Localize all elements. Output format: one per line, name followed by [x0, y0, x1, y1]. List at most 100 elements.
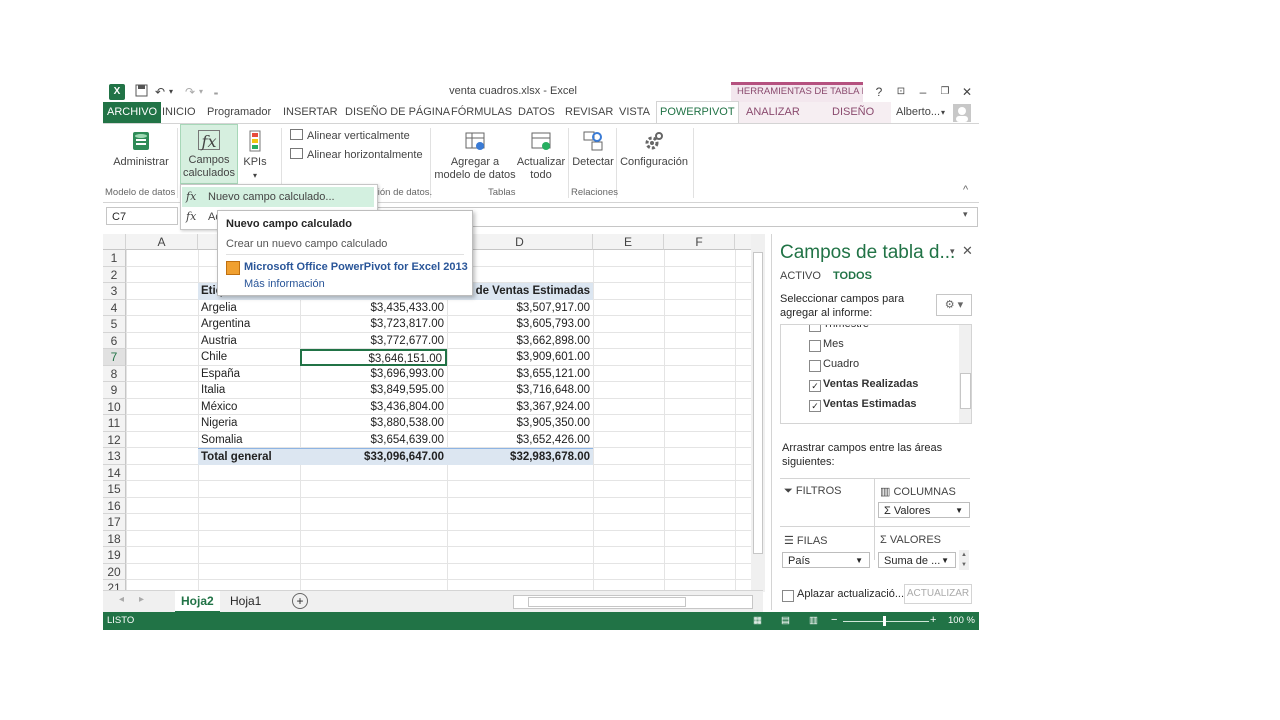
- sheet-next-icon[interactable]: ▸: [139, 594, 144, 605]
- collapse-ribbon-icon[interactable]: ^: [963, 184, 968, 196]
- pivot-row-label[interactable]: España: [198, 366, 300, 383]
- row-header[interactable]: 3: [103, 283, 126, 300]
- page-layout-icon[interactable]: ▤: [781, 615, 790, 626]
- row-header[interactable]: 19: [103, 547, 126, 564]
- row-header[interactable]: 14: [103, 464, 126, 481]
- row-header[interactable]: 12: [103, 431, 126, 448]
- tooltip-more-info-link[interactable]: Más información: [244, 278, 325, 290]
- row-header[interactable]: 16: [103, 497, 126, 514]
- row-header[interactable]: 8: [103, 365, 126, 382]
- vertical-scrollbar[interactable]: [751, 234, 765, 592]
- ventas-realizadas-cell[interactable]: $3,723,817.00: [300, 316, 447, 333]
- pane-close-icon[interactable]: ✕: [962, 243, 973, 259]
- columns-valores-dropdown[interactable]: Σ Valores ▼: [878, 502, 970, 518]
- field-checkbox[interactable]: ✓: [809, 400, 821, 412]
- save-icon[interactable]: [133, 84, 149, 100]
- values-scroll-icon[interactable]: ▲ ▼: [959, 550, 969, 570]
- ribbon-display-icon[interactable]: ⊡: [893, 84, 909, 100]
- tab-powerpivot[interactable]: POWERPIVOT: [656, 101, 739, 124]
- normal-view-icon[interactable]: ▦: [753, 615, 762, 626]
- administrar-button[interactable]: Administrar: [111, 130, 171, 169]
- page-break-icon[interactable]: ▥: [809, 615, 818, 626]
- row-header[interactable]: 5: [103, 316, 126, 333]
- column-header-e[interactable]: E: [593, 234, 664, 250]
- row-header[interactable]: 2: [103, 266, 126, 283]
- tab-analizar[interactable]: ANALIZAR: [746, 102, 800, 123]
- horizontal-scroll-thumb[interactable]: [528, 597, 686, 607]
- row-header[interactable]: 21: [103, 580, 126, 590]
- pane-options-icon[interactable]: ▾: [950, 246, 955, 257]
- ventas-realizadas-cell[interactable]: $3,880,538.00: [300, 415, 447, 432]
- field-list-scrollbar[interactable]: [959, 325, 971, 423]
- field-list-scroll-thumb[interactable]: [960, 373, 971, 409]
- column-header-a[interactable]: A: [126, 234, 198, 250]
- name-box[interactable]: C7: [106, 207, 178, 225]
- tab-vista[interactable]: VISTA: [619, 102, 650, 123]
- tab-datos[interactable]: DATOS: [518, 102, 555, 123]
- update-button[interactable]: ACTUALIZAR: [904, 584, 972, 604]
- row-header[interactable]: 1: [103, 250, 126, 267]
- ventas-realizadas-cell[interactable]: $3,654,639.00: [300, 432, 447, 449]
- zoom-in-icon[interactable]: +: [930, 614, 936, 626]
- total-label[interactable]: Total general: [198, 448, 300, 465]
- pivot-row-label[interactable]: Nigeria: [198, 415, 300, 432]
- ventas-estimadas-cell[interactable]: $3,655,121.00: [447, 366, 593, 383]
- ventas-estimadas-cell[interactable]: $3,716,648.00: [447, 382, 593, 399]
- ventas-realizadas-cell[interactable]: $3,646,151.00: [300, 349, 447, 366]
- field-item-label[interactable]: Ventas Realizadas: [823, 378, 918, 390]
- actualizar-todo-button[interactable]: Actualizar todo: [515, 130, 567, 182]
- zoom-level[interactable]: 100 %: [948, 615, 975, 626]
- pivot-row-label[interactable]: Somalia: [198, 432, 300, 449]
- pane-tab-todos[interactable]: TODOS: [833, 270, 872, 282]
- zoom-slider-thumb[interactable]: [883, 616, 886, 626]
- row-header[interactable]: 9: [103, 382, 126, 399]
- ventas-estimadas-cell[interactable]: $3,909,601.00: [447, 349, 593, 366]
- ventas-realizadas-cell[interactable]: $3,772,677.00: [300, 333, 447, 350]
- rows-pais-dropdown[interactable]: País ▼: [782, 552, 870, 568]
- pivot-row-label[interactable]: Austria: [198, 333, 300, 350]
- pivot-row-label[interactable]: Italia: [198, 382, 300, 399]
- alinear-horizontal-button[interactable]: Alinear horizontalmente: [290, 148, 423, 161]
- tab-insertar[interactable]: INSERTAR: [283, 102, 338, 123]
- field-checkbox[interactable]: [809, 340, 821, 352]
- row-header[interactable]: 17: [103, 514, 126, 531]
- row-header[interactable]: 18: [103, 530, 126, 547]
- sheet-tab-hoja2[interactable]: Hoja2: [175, 591, 220, 613]
- agregar-modelo-button[interactable]: Agregar a modelo de datos: [434, 130, 516, 182]
- total-estimadas[interactable]: $32,983,678.00: [447, 448, 593, 465]
- pivot-row-label[interactable]: Chile: [198, 349, 300, 366]
- tab-formulas[interactable]: FÓRMULAS: [451, 102, 512, 123]
- customize-toolbar-icon[interactable]: ₌: [211, 84, 221, 100]
- tooltip-link-title[interactable]: Microsoft Office PowerPivot for Excel 20…: [244, 261, 468, 273]
- sheet-tab-hoja1[interactable]: Hoja1: [224, 591, 267, 611]
- row-header[interactable]: 11: [103, 415, 126, 432]
- user-name[interactable]: Alberto...: [896, 102, 940, 123]
- add-sheet-icon[interactable]: +: [292, 593, 308, 609]
- pivot-row-label[interactable]: México: [198, 399, 300, 416]
- user-dropdown-icon[interactable]: ▾: [941, 102, 945, 123]
- minimize-icon[interactable]: –: [915, 84, 931, 100]
- menu-nuevo-campo[interactable]: fx Nuevo campo calculado...: [182, 187, 374, 207]
- ventas-realizadas-cell[interactable]: $3,435,433.00: [300, 300, 447, 317]
- pivot-row-label[interactable]: Argelia: [198, 300, 300, 317]
- help-icon[interactable]: ?: [871, 84, 887, 100]
- field-item-label[interactable]: Ventas Estimadas: [823, 398, 917, 410]
- field-checkbox[interactable]: [809, 360, 821, 372]
- expand-formula-icon[interactable]: ▾: [963, 209, 968, 220]
- undo-dropdown-icon[interactable]: ▾: [167, 84, 175, 100]
- field-layout-gear-icon[interactable]: ⚙ ▾: [936, 294, 972, 316]
- tab-inicio[interactable]: INICIO: [162, 102, 196, 123]
- pivot-row-label[interactable]: Argentina: [198, 316, 300, 333]
- zoom-slider[interactable]: [843, 621, 929, 622]
- ventas-realizadas-cell[interactable]: $3,696,993.00: [300, 366, 447, 383]
- tab-programador[interactable]: Programador: [207, 102, 271, 123]
- values-suma-dropdown[interactable]: Suma de ... ▼: [878, 552, 956, 568]
- ventas-realizadas-cell[interactable]: $3,849,595.00: [300, 382, 447, 399]
- ventas-estimadas-cell[interactable]: $3,652,426.00: [447, 432, 593, 449]
- horizontal-scrollbar[interactable]: [513, 595, 753, 609]
- row-header[interactable]: 15: [103, 481, 126, 498]
- row-header[interactable]: 7: [103, 349, 126, 366]
- column-header-f[interactable]: F: [664, 234, 735, 250]
- restore-icon[interactable]: ❐: [937, 84, 953, 100]
- tab-diseno-pagina[interactable]: DISEÑO DE PÁGINA: [345, 102, 450, 123]
